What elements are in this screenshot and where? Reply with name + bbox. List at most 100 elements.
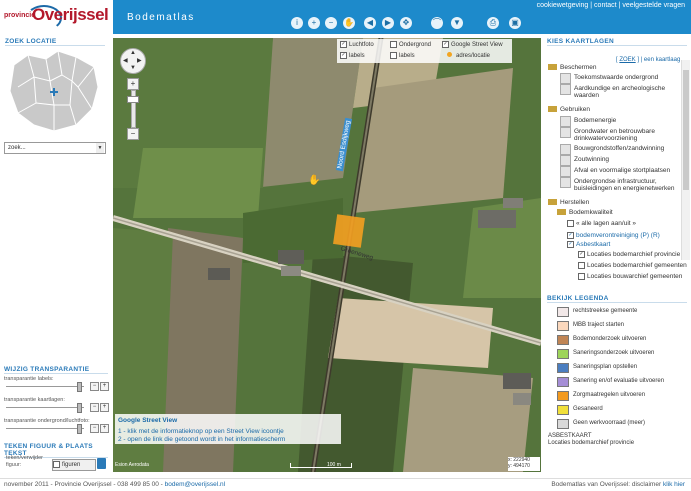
layer-label: Zoutwinning [574, 156, 610, 163]
minus-button[interactable]: − [90, 382, 99, 391]
zoek-select[interactable]: zoek... ▼ [4, 142, 106, 154]
map-zoom-out-button[interactable]: − [127, 128, 139, 140]
scale-bar: 100 m [290, 462, 352, 468]
aerial-photo [113, 38, 541, 472]
asbest-legend-title: ASBESTKAART [548, 433, 592, 439]
legend-label: rechtstreekse gemeente [573, 308, 638, 314]
layer-icon [560, 144, 571, 155]
map-zoom-in-button[interactable]: + [127, 78, 139, 90]
logo-prefix: provincie [4, 12, 36, 19]
zoom-in-icon[interactable]: + [308, 17, 320, 29]
info-icon[interactable]: i [291, 17, 303, 29]
option-labels-2[interactable]: labels [390, 52, 415, 59]
checkbox-checked-icon: ✓ [567, 232, 574, 239]
forward-icon[interactable]: ▶ [382, 17, 394, 29]
overview-map[interactable] [6, 47, 104, 135]
folder-icon [557, 209, 566, 216]
link-cookiewetgeving[interactable]: cookiewetgeving [537, 2, 589, 9]
teken-label-line2: figuur: [6, 462, 22, 468]
slider-handle[interactable] [77, 424, 83, 434]
layer-asbest-gemeenten[interactable]: Locaties bodemarchief gemeenten [578, 262, 687, 269]
plus-button[interactable]: + [100, 403, 109, 412]
option-adres[interactable]: adres/locatie [447, 52, 490, 59]
slider-handle[interactable] [77, 382, 83, 392]
link-contact[interactable]: contact [594, 2, 617, 9]
layer-icon [560, 116, 571, 127]
arrow-down-icon[interactable]: ▼ [130, 65, 136, 71]
streetview-title: Google Street View [118, 417, 178, 424]
logo[interactable]: provincie Overijssel [2, 3, 110, 31]
full-extent-icon[interactable]: ✥ [400, 17, 412, 29]
figuren-checkbox[interactable] [53, 460, 60, 468]
zoom-slider-handle[interactable] [127, 96, 139, 103]
asbest-legend-sub: Locaties bodemarchief provincie [548, 440, 635, 446]
back-icon[interactable]: ◀ [364, 17, 376, 29]
zoek-kaartlaag-link[interactable]: [ ZOEK ] | een kaartlaag [616, 57, 680, 63]
zoek-suffix: | een kaartlaag [640, 57, 681, 63]
group-gebruiken[interactable]: Gebruiken [548, 106, 590, 113]
layer-asbestkaart[interactable]: ✓ Asbestkaart [567, 241, 610, 248]
option-ondergrond[interactable]: Ondergrond [390, 41, 431, 48]
legend-label: Geen werkvoorraad (meer) [573, 420, 646, 426]
zoek-select-value: zoek... [8, 145, 26, 151]
slider-track[interactable] [6, 407, 84, 408]
minus-button[interactable]: − [90, 424, 99, 433]
group-bodemkwaliteit[interactable]: Bodemkwaliteit [557, 209, 613, 216]
plus-button[interactable]: + [100, 382, 109, 391]
toggle-label: « alle lagen aan/uit » [576, 220, 636, 228]
legend-swatch [557, 335, 569, 345]
option-luchtfoto[interactable]: ✓ Luchtfoto [340, 41, 374, 48]
figuren-label: figuren [62, 462, 81, 468]
arrow-left-icon[interactable]: ◀ [123, 57, 128, 64]
layer-label: Aardkundige en archeologische waarden [574, 85, 666, 99]
checkbox-checked-icon: ✓ [578, 251, 585, 258]
measure-icon[interactable]: ⌒ [431, 17, 443, 29]
zoek-link[interactable]: ZOEK [619, 57, 635, 63]
option-streetview[interactable]: ✓ Google Street View [442, 41, 503, 48]
arrow-up-icon[interactable]: ▲ [130, 50, 136, 56]
layer-label: Locaties bodemarchief provincie [587, 251, 681, 259]
kies-kaartlagen-title: KIES KAARTLAGEN [547, 38, 687, 46]
hand-cursor-icon: ✋ [308, 175, 321, 186]
group-beschermen[interactable]: Beschermen [548, 64, 597, 71]
print-icon[interactable]: ⎙ [487, 17, 499, 29]
layer-bodemverontreiniging[interactable]: ✓ bodemverontreiniging (P) (R) [567, 232, 660, 239]
link-veelgestelde-vragen[interactable]: veelgestelde vragen [622, 2, 685, 9]
layer-icon [560, 155, 571, 166]
email-link[interactable]: bodem@overijssel.nl [165, 481, 225, 488]
option-labels[interactable]: ✓ labels [340, 52, 365, 59]
disclaimer-link[interactable]: klik hier [663, 481, 685, 488]
figuren-button[interactable]: figuren [52, 459, 96, 471]
layer-bouwarchief[interactable]: Locaties bouwarchief gemeenten [578, 273, 682, 280]
arrow-right-icon[interactable]: ▶ [137, 57, 142, 64]
option-label: adres/locatie [456, 53, 491, 59]
layer-asbest-provincie[interactable]: ✓ Locaties bodemarchief provincie [578, 251, 680, 258]
legend-swatch [557, 391, 569, 401]
slider-handle[interactable] [77, 403, 83, 413]
layer-label: Bodemenergie [574, 117, 617, 124]
group-herstellen[interactable]: Herstellen [548, 199, 589, 206]
checkbox-icon [390, 41, 397, 48]
map-view[interactable] [113, 38, 541, 472]
map-attribution: Esion Aerodata [115, 462, 149, 468]
plus-button[interactable]: + [100, 424, 109, 433]
zoom-out-icon[interactable]: − [325, 17, 337, 29]
filter-icon[interactable]: ▼ [451, 17, 463, 29]
top-links: cookiewetgeving | contact | veelgestelde… [536, 2, 685, 9]
layer-icon [560, 177, 571, 188]
pan-icon[interactable]: ✋ [343, 17, 355, 29]
legend-swatch [557, 377, 569, 387]
pan-control[interactable]: ▲ ▼ ◀ ▶ [120, 48, 146, 74]
export-icon[interactable]: ▣ [509, 17, 521, 29]
alle-lagen-toggle[interactable]: « alle lagen aan/uit » [567, 220, 636, 227]
zoek-locatie-title: ZOEK LOCATIE [5, 38, 105, 46]
group-label: Beschermen [560, 64, 597, 71]
slider-track[interactable] [6, 428, 84, 429]
layer-label: Locaties bouwarchief gemeenten [587, 273, 683, 281]
trash-icon[interactable] [97, 458, 106, 469]
layer-icon [560, 166, 571, 177]
slider-track[interactable] [6, 386, 84, 387]
minus-button[interactable]: − [90, 403, 99, 412]
checkbox-icon [578, 273, 585, 280]
legend-swatch [557, 405, 569, 415]
